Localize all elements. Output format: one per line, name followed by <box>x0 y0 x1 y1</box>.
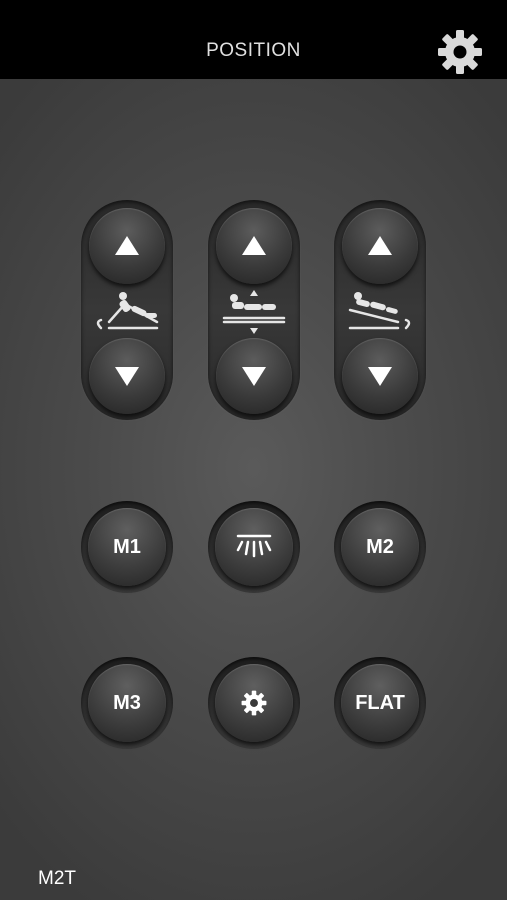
m3-button[interactable]: M3 <box>88 664 166 742</box>
m2-preset: M2 <box>334 501 426 593</box>
page-title: POSITION <box>206 40 301 61</box>
m2-label: M2 <box>366 535 394 558</box>
head-tilt-control <box>81 200 173 420</box>
lift-down-button[interactable] <box>216 338 292 414</box>
flat-label: FLAT <box>355 691 405 714</box>
lift-control <box>208 200 300 420</box>
bed-head-tilt-icon <box>96 292 159 330</box>
m1-label: M1 <box>113 535 141 558</box>
flat-button[interactable]: FLAT <box>341 664 419 742</box>
head-down-button[interactable] <box>89 338 165 414</box>
foot-tilt-control <box>334 200 426 420</box>
bed-foot-tilt-icon <box>348 292 411 330</box>
gear-icon <box>241 690 267 716</box>
underbed-light-icon <box>236 534 272 558</box>
foot-down-button[interactable] <box>342 338 418 414</box>
m3-label: M3 <box>113 691 141 714</box>
gear-icon[interactable] <box>437 29 483 75</box>
m2-button[interactable]: M2 <box>341 508 419 586</box>
m1-button[interactable]: M1 <box>88 508 166 586</box>
head-up-button[interactable] <box>89 208 165 284</box>
bed-lift-icon <box>222 290 286 334</box>
top-bar: POSITION <box>0 0 507 79</box>
triangle-up-icon <box>242 236 266 255</box>
lift-up-button[interactable] <box>216 208 292 284</box>
triangle-down-icon <box>242 367 266 386</box>
device-label: M2T <box>38 868 76 889</box>
settings-preset <box>208 657 300 749</box>
m3-preset: M3 <box>81 657 173 749</box>
triangle-down-icon <box>115 367 139 386</box>
light-button[interactable] <box>215 508 293 586</box>
settings-button[interactable] <box>215 664 293 742</box>
triangle-down-icon <box>368 367 392 386</box>
light-preset <box>208 501 300 593</box>
m1-preset: M1 <box>81 501 173 593</box>
triangle-up-icon <box>368 236 392 255</box>
flat-preset: FLAT <box>334 657 426 749</box>
triangle-up-icon <box>115 236 139 255</box>
foot-up-button[interactable] <box>342 208 418 284</box>
